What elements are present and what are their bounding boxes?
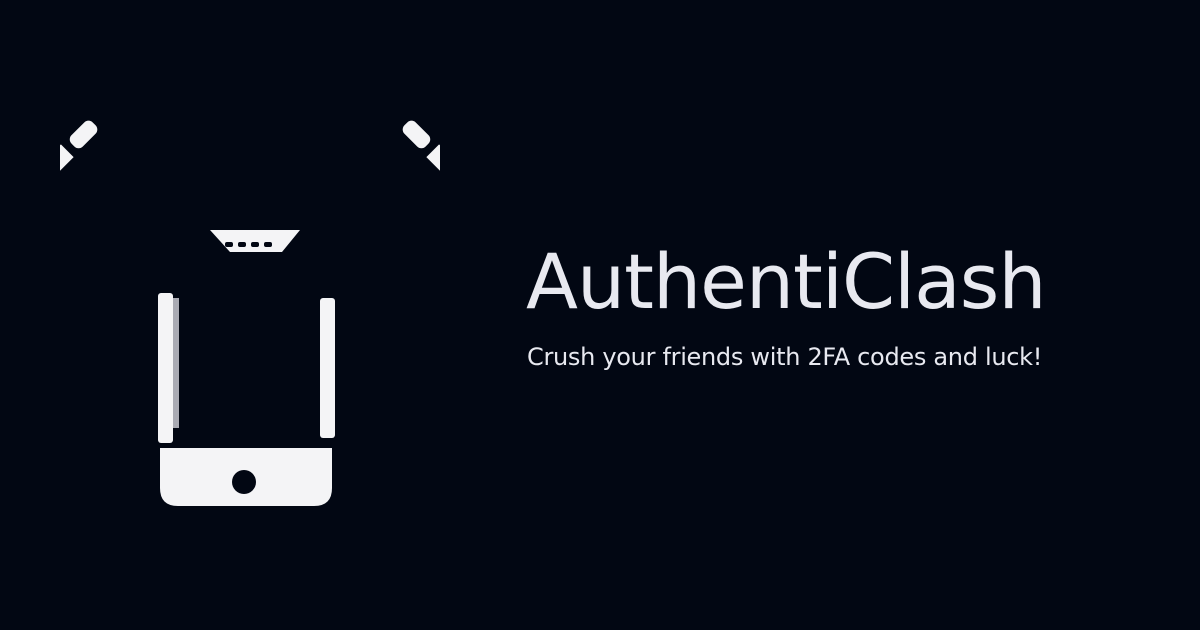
phone-icon: [158, 230, 335, 506]
app-tagline: Crush your friends with 2FA codes and lu…: [527, 343, 1043, 371]
sword-right-icon: [402, 120, 440, 221]
app-title: AuthentiClash: [526, 237, 1046, 326]
phone-crossed-swords-icon: [60, 120, 440, 506]
og-card: AuthentiClash Crush your friends with 2F…: [0, 0, 1200, 630]
sword-left-icon: [60, 120, 98, 221]
